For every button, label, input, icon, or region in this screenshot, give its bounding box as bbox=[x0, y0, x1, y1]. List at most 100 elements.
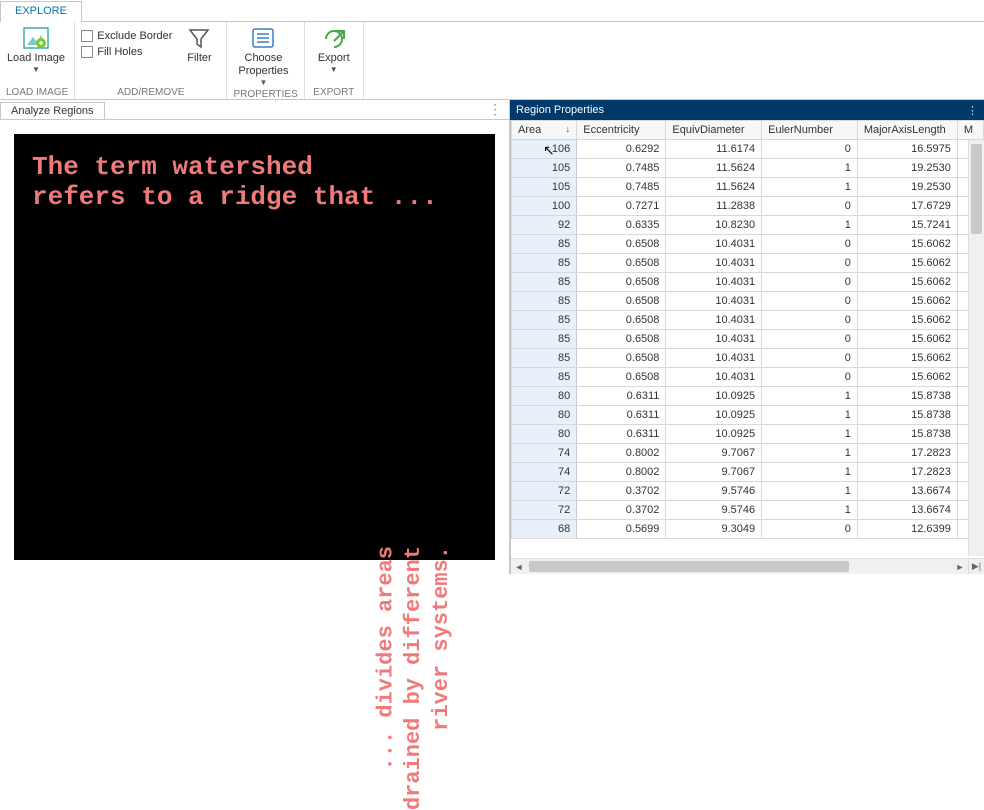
fill-holes-label: Fill Holes bbox=[97, 46, 142, 58]
table-cell: 72 bbox=[512, 482, 577, 501]
table-cell: 19.2530 bbox=[857, 159, 957, 178]
scroll-end-button[interactable]: ▶| bbox=[968, 558, 984, 574]
table-row[interactable]: 800.631110.0925115.8738 bbox=[512, 387, 984, 406]
choose-properties-label: Choose Properties bbox=[233, 52, 293, 78]
export-button[interactable]: Export ▼ bbox=[311, 24, 357, 74]
table-cell: 0.7271 bbox=[577, 197, 666, 216]
table-cell: 15.7241 bbox=[857, 216, 957, 235]
table-row[interactable]: 1000.727111.2838017.6729 bbox=[512, 197, 984, 216]
table-cell: 0.3702 bbox=[577, 482, 666, 501]
table-cell: 9.7067 bbox=[666, 444, 762, 463]
table-cell: 13.6674 bbox=[857, 501, 957, 520]
fill-holes-checkbox[interactable]: Fill Holes bbox=[81, 46, 172, 58]
table-cell: 0.6508 bbox=[577, 273, 666, 292]
table-cell: 0 bbox=[762, 292, 858, 311]
image-text-top: The term watershed refers to a ridge tha… bbox=[32, 152, 438, 212]
table-row[interactable]: 720.37029.5746113.6674 bbox=[512, 501, 984, 520]
table-row[interactable]: 850.650810.4031015.6062 bbox=[512, 292, 984, 311]
table-cell: 12.6399 bbox=[857, 520, 957, 539]
scrollbar-thumb[interactable] bbox=[971, 144, 982, 234]
table-cell: 85 bbox=[512, 273, 577, 292]
panel-menu-icon[interactable]: ⋮ bbox=[967, 104, 978, 117]
checkbox-icon bbox=[81, 46, 93, 58]
table-cell: 72 bbox=[512, 501, 577, 520]
table-row[interactable]: 800.631110.0925115.8738 bbox=[512, 425, 984, 444]
table-row[interactable]: 850.650810.4031015.6062 bbox=[512, 330, 984, 349]
choose-properties-button[interactable]: Choose Properties ▼ bbox=[233, 24, 293, 87]
column-header[interactable]: M bbox=[957, 121, 983, 140]
table-cell: 17.6729 bbox=[857, 197, 957, 216]
table-cell: 10.8230 bbox=[666, 216, 762, 235]
horizontal-scrollbar[interactable]: ◄ ► bbox=[511, 558, 968, 574]
table-cell: 15.6062 bbox=[857, 254, 957, 273]
table-row[interactable]: 800.631110.0925115.8738 bbox=[512, 406, 984, 425]
exclude-border-checkbox[interactable]: Exclude Border bbox=[81, 30, 172, 42]
table-row[interactable]: 1060.629211.6174016.5975 bbox=[512, 140, 984, 159]
table-row[interactable]: 1050.748511.5624119.2530 bbox=[512, 159, 984, 178]
table-cell: 0.6311 bbox=[577, 425, 666, 444]
scroll-left-icon[interactable]: ◄ bbox=[511, 562, 527, 572]
table-cell: 0 bbox=[762, 273, 858, 292]
analyzed-image: The term watershed refers to a ridge tha… bbox=[14, 134, 495, 560]
table-cell: 80 bbox=[512, 406, 577, 425]
table-cell: 0 bbox=[762, 520, 858, 539]
table-cell: 0 bbox=[762, 311, 858, 330]
tab-analyze-regions[interactable]: Analyze Regions bbox=[0, 102, 105, 119]
table-cell: 0.8002 bbox=[577, 444, 666, 463]
chevron-down-icon: ▼ bbox=[330, 65, 338, 74]
table-cell: 10.4031 bbox=[666, 254, 762, 273]
table-cell: 80 bbox=[512, 387, 577, 406]
table-row[interactable]: 850.650810.4031015.6062 bbox=[512, 235, 984, 254]
table-cell: 0.6508 bbox=[577, 330, 666, 349]
column-header[interactable]: EquivDiameter bbox=[666, 121, 762, 140]
table-cell: 11.5624 bbox=[666, 178, 762, 197]
scrollbar-thumb[interactable] bbox=[529, 561, 849, 572]
table-cell: 0 bbox=[762, 197, 858, 216]
table-cell: 10.4031 bbox=[666, 368, 762, 387]
image-viewer[interactable]: The term watershed refers to a ridge tha… bbox=[0, 120, 509, 574]
table-row[interactable]: 740.80029.7067117.2823 bbox=[512, 463, 984, 482]
table-row[interactable]: 680.56999.3049012.6399 bbox=[512, 520, 984, 539]
table-cell: 0.7485 bbox=[577, 159, 666, 178]
table-row[interactable]: 850.650810.4031015.6062 bbox=[512, 254, 984, 273]
table-cell: 0.6508 bbox=[577, 254, 666, 273]
filter-button[interactable]: Filter bbox=[178, 24, 220, 65]
table-row[interactable]: 920.633510.8230115.7241 bbox=[512, 216, 984, 235]
column-header[interactable]: MajorAxisLength bbox=[857, 121, 957, 140]
table-cell: 10.4031 bbox=[666, 292, 762, 311]
table-row[interactable]: 850.650810.4031015.6062 bbox=[512, 311, 984, 330]
table-cell: 0.6508 bbox=[577, 311, 666, 330]
panel-menu-icon[interactable]: ⋮ bbox=[488, 101, 503, 118]
region-properties-header: Region Properties ⋮ bbox=[510, 100, 984, 120]
column-header[interactable]: Area bbox=[512, 121, 577, 140]
load-image-label: Load Image bbox=[7, 52, 65, 65]
table-row[interactable]: 740.80029.7067117.2823 bbox=[512, 444, 984, 463]
table-cell: 10.0925 bbox=[666, 425, 762, 444]
table-cell: 15.8738 bbox=[857, 406, 957, 425]
table-cell: 19.2530 bbox=[857, 178, 957, 197]
table-cell: 15.8738 bbox=[857, 387, 957, 406]
region-properties-table[interactable]: AreaEccentricityEquivDiameterEulerNumber… bbox=[511, 120, 984, 539]
table-row[interactable]: 850.650810.4031015.6062 bbox=[512, 368, 984, 387]
table-row[interactable]: 720.37029.5746113.6674 bbox=[512, 482, 984, 501]
table-row[interactable]: 850.650810.4031015.6062 bbox=[512, 349, 984, 368]
table-row[interactable]: 1050.748511.5624119.2530 bbox=[512, 178, 984, 197]
column-header[interactable]: EulerNumber bbox=[762, 121, 858, 140]
table-cell: 9.5746 bbox=[666, 482, 762, 501]
image-icon bbox=[22, 26, 50, 50]
scroll-right-icon[interactable]: ► bbox=[952, 562, 968, 572]
ribbon-group-properties: Choose Properties ▼ PROPERTIES bbox=[227, 22, 304, 99]
table-cell: 15.6062 bbox=[857, 292, 957, 311]
column-header[interactable]: Eccentricity bbox=[577, 121, 666, 140]
ribbon-group-load-image: Load Image ▼ LOAD IMAGE bbox=[0, 22, 75, 99]
table-cell: 16.5975 bbox=[857, 140, 957, 159]
tab-explore[interactable]: EXPLORE bbox=[0, 1, 82, 22]
table-cell: 92 bbox=[512, 216, 577, 235]
table-cell: 15.6062 bbox=[857, 273, 957, 292]
panel-title: Region Properties bbox=[516, 104, 604, 116]
vertical-scrollbar[interactable] bbox=[968, 140, 984, 556]
load-image-button[interactable]: Load Image ▼ bbox=[6, 24, 66, 74]
table-row[interactable]: 850.650810.4031015.6062 bbox=[512, 273, 984, 292]
table-cell: 0 bbox=[762, 235, 858, 254]
table-cell: 13.6674 bbox=[857, 482, 957, 501]
